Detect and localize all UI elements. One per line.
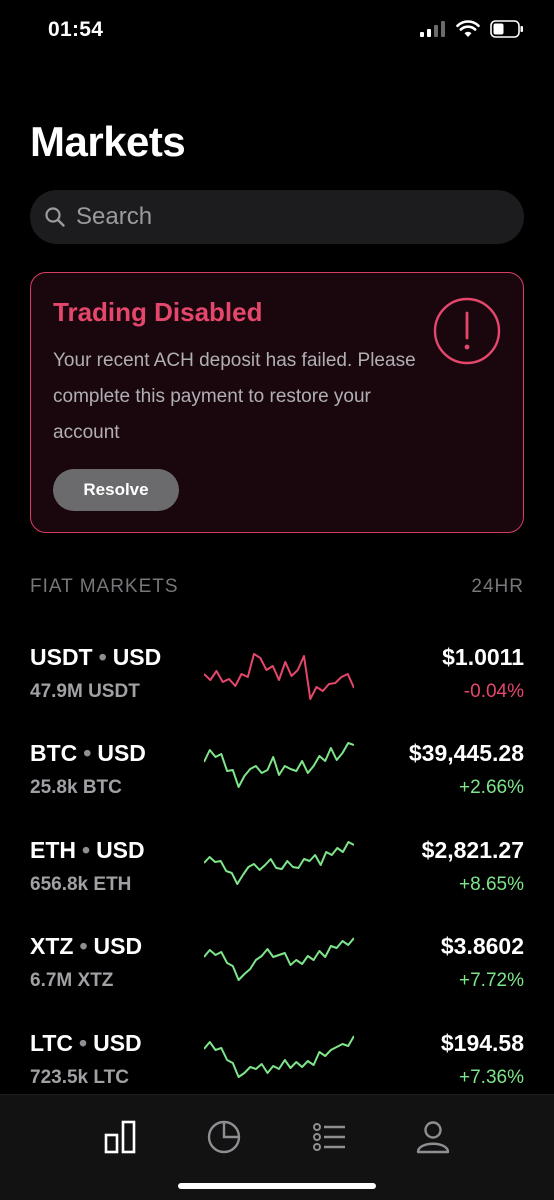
market-pair: XTZ • USD: [30, 933, 143, 959]
sparkline-path: [204, 841, 354, 885]
market-change: +8.65%: [459, 874, 524, 895]
market-row-usdt[interactable]: USDT • USD 47.9M USDT $1.0011 -0.04%: [30, 634, 524, 714]
market-change: -0.04%: [463, 681, 524, 702]
market-change: +2.66%: [459, 777, 524, 798]
fiat-markets-header: FIAT MARKETS 24HR: [30, 576, 524, 598]
wifi-icon: [456, 20, 480, 37]
sparkline: [204, 841, 354, 885]
sparkline-path: [204, 937, 354, 981]
status-time: 01:54: [48, 18, 104, 41]
market-pair: USDT • USD: [30, 644, 162, 670]
status-icons: [420, 20, 524, 38]
search-input[interactable]: [76, 203, 496, 231]
search-bar[interactable]: [30, 190, 524, 244]
market-price: $39,445.28: [408, 740, 524, 766]
market-volume: 25.8k BTC: [30, 777, 122, 798]
list-icon: [313, 1123, 345, 1151]
profile-icon: [416, 1121, 450, 1154]
sparkline-path: [204, 1035, 354, 1078]
trading-disabled-alert: Trading Disabled Your recent ACH deposit…: [30, 272, 524, 533]
market-volume: 656.8k ETH: [30, 874, 132, 895]
exclamation-circle-icon: [433, 297, 501, 365]
market-row-xtz[interactable]: XTZ • USD 6.7M XTZ $3.8602 +7.72%: [30, 923, 524, 1003]
page-title: Markets: [30, 118, 186, 165]
market-price: $1.0011: [442, 644, 524, 670]
battery-icon: [490, 20, 523, 38]
home-indicator: [178, 1183, 376, 1189]
market-pair: LTC • USD: [30, 1030, 142, 1056]
resolve-button[interactable]: Resolve: [53, 469, 179, 511]
cellular-signal-icon: [420, 21, 445, 37]
market-change: +7.72%: [459, 970, 524, 991]
market-row-btc[interactable]: BTC • USD 25.8k BTC $39,445.28 +2.66%: [30, 730, 524, 810]
tab-orders[interactable]: [309, 1117, 349, 1157]
tab-portfolio[interactable]: [204, 1117, 244, 1157]
sparkline-path: [204, 742, 354, 788]
sparkline: [204, 937, 354, 981]
market-pair: BTC • USD: [30, 740, 146, 766]
market-price: $2,821.27: [421, 837, 524, 863]
tab-markets[interactable]: [100, 1117, 140, 1157]
market-pair: ETH • USD: [30, 837, 145, 863]
tab-profile[interactable]: [413, 1117, 453, 1157]
section-period: 24HR: [471, 576, 524, 597]
market-volume: 6.7M XTZ: [30, 970, 114, 991]
search-icon: [45, 207, 65, 227]
market-change: +7.36%: [459, 1067, 524, 1088]
status-bar: 01:54: [0, 0, 554, 60]
market-row-ltc[interactable]: LTC • USD 723.5k LTC $194.58 +7.36%: [30, 1020, 524, 1100]
market-price: $194.58: [440, 1030, 524, 1056]
sparkline: [204, 742, 354, 788]
market-volume: 47.9M USDT: [30, 681, 140, 702]
alert-title: Trading Disabled: [53, 297, 263, 327]
sparkline: [204, 653, 354, 700]
sparkline-path: [204, 653, 354, 700]
section-label: FIAT MARKETS: [30, 576, 179, 597]
bar-chart-icon: [104, 1120, 136, 1154]
market-price: $3.8602: [440, 933, 524, 959]
alert-message: Your recent ACH deposit has failed. Plea…: [53, 350, 416, 443]
market-volume: 723.5k LTC: [30, 1067, 129, 1088]
pie-chart-icon: [207, 1120, 241, 1154]
sparkline: [204, 1035, 354, 1078]
market-row-eth[interactable]: ETH • USD 656.8k ETH $2,821.27 +8.65%: [30, 827, 524, 907]
